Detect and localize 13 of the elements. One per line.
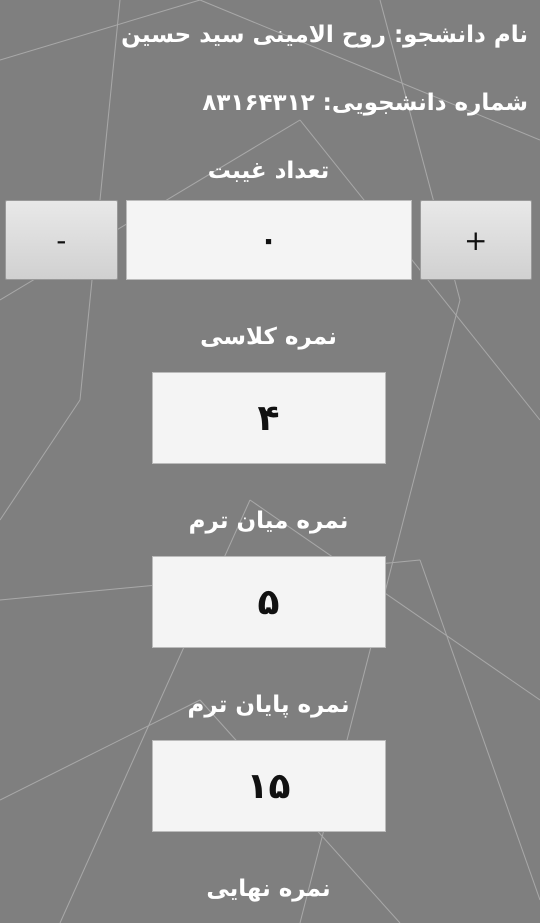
field-label: نمره کلاسی: [200, 323, 337, 352]
field-label: نمره پایان ترم: [188, 691, 350, 720]
field-label: نمره نهایی: [206, 875, 331, 904]
input-field[interactable]: ۴: [152, 372, 386, 464]
decrement-button[interactable]: -: [5, 200, 118, 280]
input-field[interactable]: ۱۵: [152, 740, 386, 832]
input-field[interactable]: ۵: [152, 556, 386, 648]
student-name: نام دانشجو: روح الامینی سید حسین: [121, 22, 528, 48]
student-id: شماره دانشجویی: ۸۳۱۶۴۳۱۲: [202, 90, 528, 116]
increment-button[interactable]: +: [420, 200, 532, 280]
field-label: نمره میان ترم: [188, 507, 348, 536]
field-label: تعداد غیبت: [208, 157, 330, 186]
input-field[interactable]: ۰: [126, 200, 412, 280]
